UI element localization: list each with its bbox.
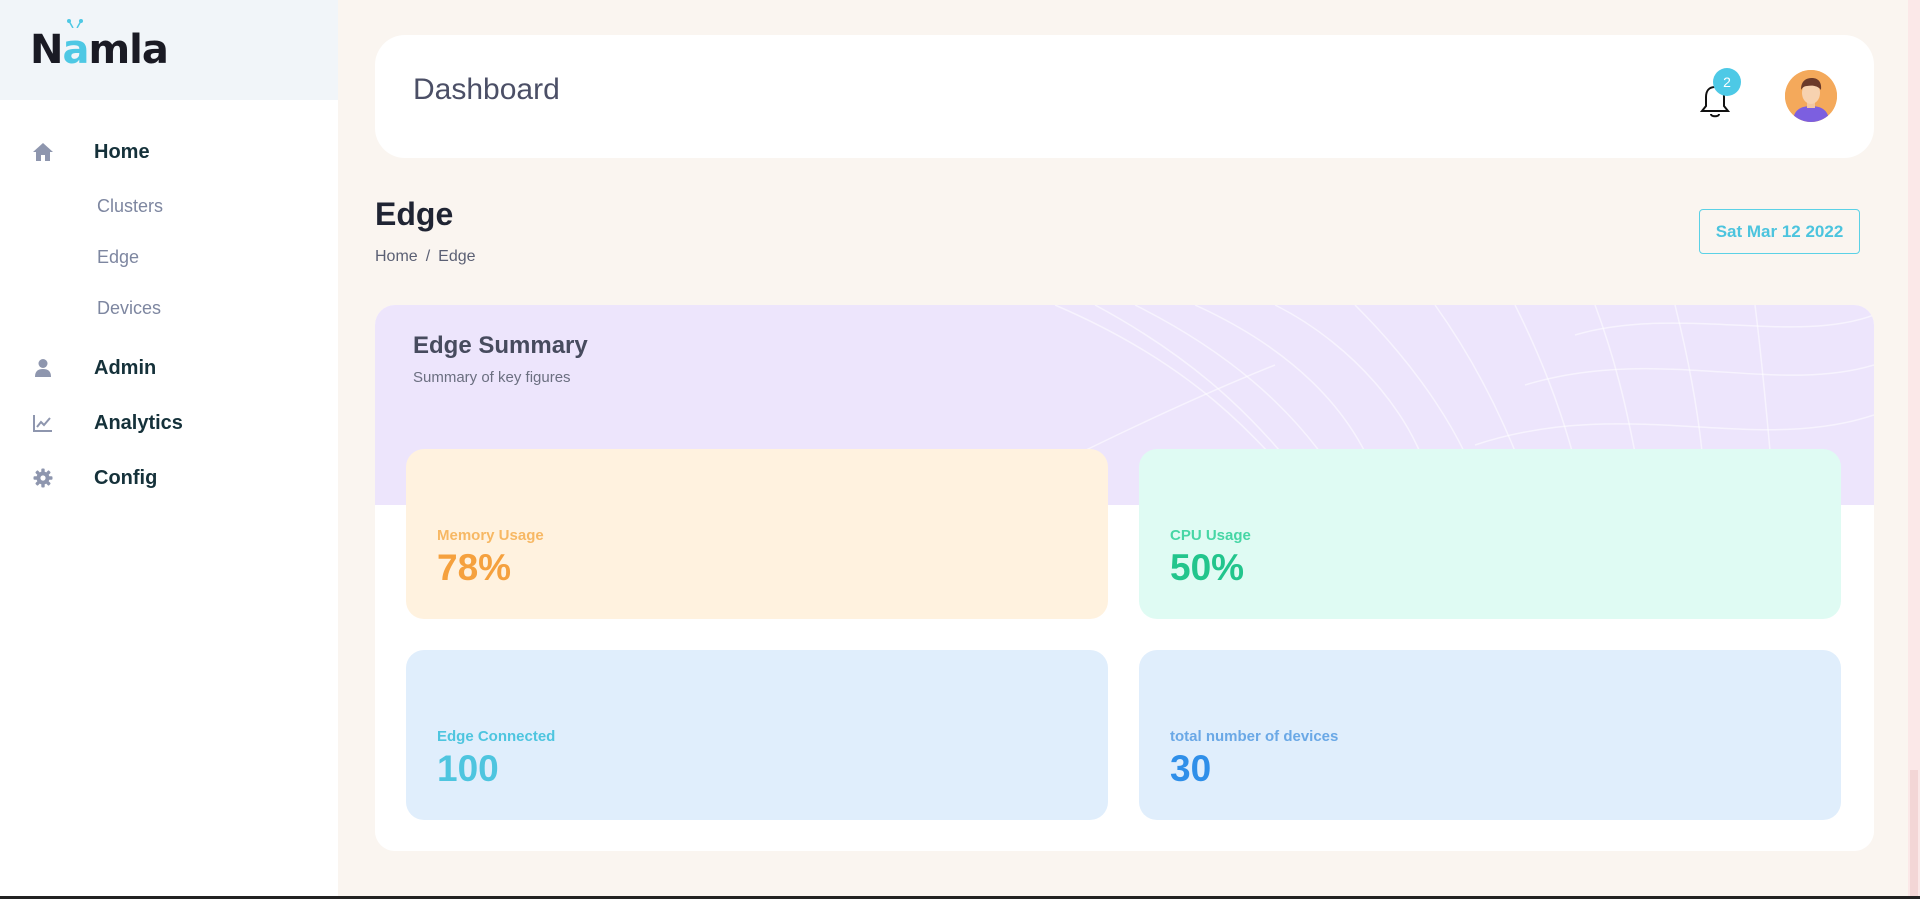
gear-icon (31, 466, 55, 490)
stat-value: 50% (1170, 547, 1245, 588)
stat-value: 30 (1170, 748, 1212, 789)
sidebar-item-label: Config (94, 466, 158, 489)
stat-value: 78% (437, 547, 512, 588)
edge-summary-panel: Edge Summary Summary of key figures Memo… (375, 305, 1874, 851)
stat-label: total number of devices (1170, 728, 1339, 745)
page-scrollbar[interactable] (1908, 0, 1920, 899)
user-icon (31, 356, 55, 380)
sidebar-subitem-edge[interactable]: Edge (97, 247, 139, 268)
chart-line-icon (31, 411, 55, 435)
avatar[interactable] (1785, 70, 1837, 122)
memory-usage-card: Memory Usage 78% (406, 449, 1108, 619)
page-title: Edge (375, 196, 454, 232)
logo[interactable]: Namla (30, 19, 169, 73)
top-header: Dashboard 2 (375, 35, 1874, 158)
total-devices-card: total number of devices 30 (1139, 650, 1841, 820)
sidebar-item-admin[interactable]: Admin (0, 346, 338, 390)
summary-title: Edge Summary (413, 332, 588, 359)
breadcrumb-current: Edge (438, 248, 476, 265)
sidebar-item-label: Analytics (94, 411, 183, 434)
date-button[interactable]: Sat Mar 12 2022 (1699, 209, 1860, 254)
stat-label: Memory Usage (437, 527, 544, 544)
sidebar-item-label: Admin (94, 356, 157, 379)
sidebar: Namla Home Clusters Edge Devices Admin A… (0, 0, 338, 896)
header-title: Dashboard (413, 73, 560, 106)
sidebar-subitem-clusters[interactable]: Clusters (97, 196, 163, 217)
sidebar-subitem-devices[interactable]: Devices (97, 298, 161, 319)
sidebar-item-label: Home (94, 140, 150, 163)
sidebar-item-config[interactable]: Config (0, 456, 338, 500)
stat-label: Edge Connected (437, 728, 556, 745)
notification-badge: 2 (1713, 68, 1741, 96)
breadcrumb-separator: / (425, 248, 431, 265)
avatar-image-icon (1785, 70, 1837, 122)
breadcrumb: Home / Edge (375, 248, 476, 266)
sidebar-item-analytics[interactable]: Analytics (0, 401, 338, 445)
antenna-icon (67, 19, 84, 28)
logo-area: Namla (0, 0, 338, 100)
sidebar-item-home[interactable]: Home (0, 130, 338, 174)
cpu-usage-card: CPU Usage 50% (1139, 449, 1841, 619)
home-icon (31, 140, 55, 164)
scrollbar-thumb[interactable] (1910, 770, 1918, 896)
stat-value: 100 (437, 748, 499, 789)
stat-label: CPU Usage (1170, 527, 1251, 544)
summary-subtitle: Summary of key figures (413, 369, 571, 386)
breadcrumb-home-link[interactable]: Home (375, 248, 418, 266)
edge-connected-card: Edge Connected 100 (406, 650, 1108, 820)
